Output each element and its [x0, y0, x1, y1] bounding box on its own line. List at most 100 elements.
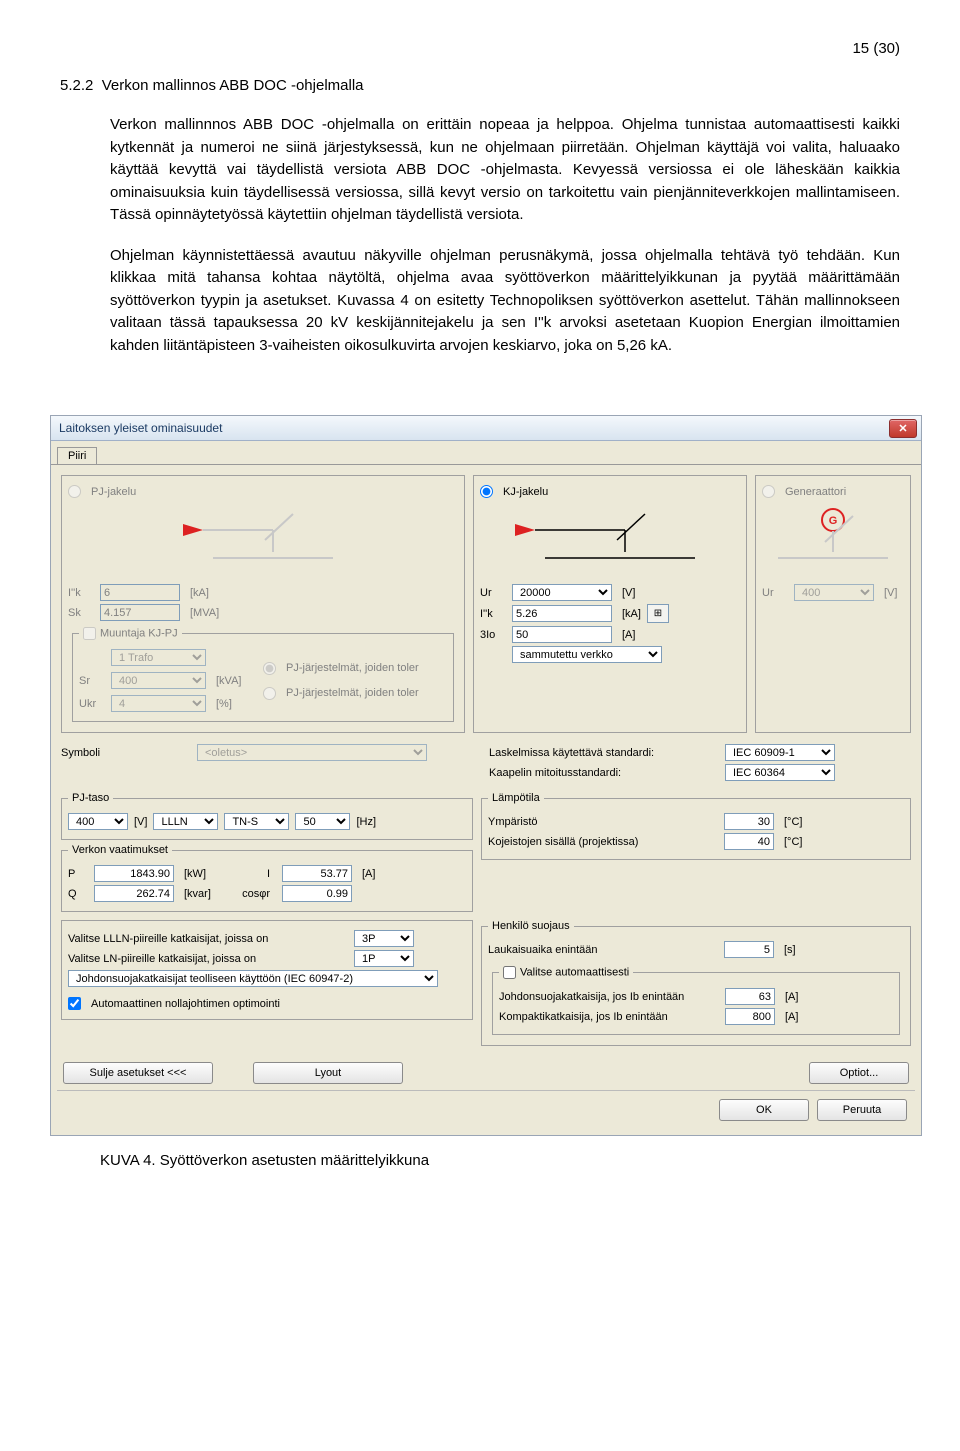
section-heading: 5.2.2 Verkon mallinnos ABB DOC -ohjelmal… [60, 77, 900, 94]
koj-input[interactable] [724, 833, 774, 850]
breakers-fieldset: Valitse LLLN-piireille katkaisijat, jois… [61, 920, 473, 1020]
svg-text:G: G [829, 515, 838, 527]
grid-icon[interactable]: ⊞ [647, 604, 669, 623]
gen-ur-unit: [V] [884, 587, 897, 599]
tab-piiri[interactable]: Piiri [57, 447, 97, 464]
pj-opt1-radio[interactable] [263, 662, 276, 675]
pjtaso-earth-select[interactable]: TN-S [224, 813, 289, 830]
q-unit: [kvar] [184, 888, 224, 900]
kj-radio-label: KJ-jakelu [503, 486, 548, 498]
cable-std-select[interactable]: IEC 60364 [725, 764, 835, 781]
kj-ur-select[interactable]: 20000 [512, 584, 612, 601]
gen-diagram: G [762, 501, 904, 581]
ukr-unit: [%] [216, 698, 232, 710]
settings-dialog: Laitoksen yleiset ominaisuudet ✕ Piiri P… [50, 415, 922, 1136]
kj-ntype-select[interactable]: sammutettu verkko [512, 646, 662, 663]
llln-select[interactable]: 3P [354, 930, 414, 947]
options-button[interactable]: Optiot... [809, 1062, 909, 1084]
kj-ur-label: Ur [480, 587, 506, 599]
cos-label: cosφr [230, 888, 270, 900]
gen-radio-label: Generaattori [785, 486, 846, 498]
auto-select-legend: Valitse automaattisesti [520, 966, 629, 978]
mcb-input[interactable] [725, 988, 775, 1005]
mccb-input[interactable] [725, 1008, 775, 1025]
sr-label: Sr [79, 675, 105, 687]
henkilo-fieldset: Henkilö suojaus Laukaisuaika enintään [s… [481, 920, 911, 1046]
trafo-check[interactable] [83, 627, 96, 640]
kj-radio[interactable] [480, 485, 493, 498]
cancel-button[interactable]: Peruuta [817, 1099, 907, 1121]
pj-diagram [68, 501, 458, 581]
gen-ur-select[interactable]: 400 [794, 584, 874, 601]
section-title-text: Verkon mallinnos ABB DOC -ohjelmalla [102, 77, 364, 94]
trafo-legend: Muuntaja KJ-PJ [100, 627, 178, 639]
i-label: I [230, 868, 270, 880]
dialog-titlebar: Laitoksen yleiset ominaisuudet ✕ [51, 416, 921, 441]
close-icon[interactable]: ✕ [889, 419, 917, 438]
pj-iik-input[interactable] [100, 584, 180, 601]
sr-select[interactable]: 400 [111, 672, 206, 689]
breaker-app-select[interactable]: Johdonsuojakatkaisijat teolliseen käyttö… [68, 970, 438, 987]
close-settings-button[interactable]: Sulje asetukset <<< [63, 1062, 213, 1084]
auto-select-check[interactable] [503, 966, 516, 979]
pjtaso-voltage-select[interactable]: 400 [68, 813, 128, 830]
trip-unit: [s] [784, 944, 796, 956]
pj-fieldset: PJ-jakelu I''k [kA] [61, 475, 465, 733]
mcb-label: Johdonsuojakatkaisija, jos Ib enintään [499, 991, 719, 1003]
pjtaso-legend: PJ-taso [68, 792, 113, 804]
i-input[interactable] [282, 865, 352, 882]
kj-ur-unit: [V] [622, 587, 635, 599]
kj-3io-input[interactable] [512, 626, 612, 643]
q-input[interactable] [94, 885, 174, 902]
p-unit: [kW] [184, 868, 224, 880]
gen-ur-label: Ur [762, 587, 788, 599]
sr-unit: [kVA] [216, 675, 241, 687]
calc-std-select[interactable]: IEC 60909-1 [725, 744, 835, 761]
llln-label: Valitse LLLN-piireille katkaisijat, jois… [68, 933, 348, 945]
section-number: 5.2.2 [60, 77, 93, 94]
symboli-label: Symboli [61, 747, 191, 759]
pj-sk-unit: [MVA] [190, 607, 219, 619]
kj-3io-label: 3Io [480, 629, 506, 641]
pjtaso-fieldset: PJ-taso 400 [V] LLLN TN-S 50 [Hz] [61, 792, 473, 840]
gen-radio[interactable] [762, 485, 775, 498]
mcb-unit: [A] [785, 991, 798, 1003]
trafo-count-select[interactable]: 1 Trafo [111, 649, 206, 666]
pjtaso-freq-select[interactable]: 50 [295, 813, 350, 830]
auto-neutral-check[interactable] [68, 997, 81, 1010]
pj-radio-label: PJ-jakelu [91, 486, 136, 498]
ymp-unit: [°C] [784, 816, 802, 828]
pj-opt2-radio[interactable] [263, 687, 276, 700]
cos-input[interactable] [282, 885, 352, 902]
koj-unit: [°C] [784, 836, 802, 848]
body-text: Verkon mallinnnos ABB DOC -ohjelmalla on… [110, 114, 900, 357]
kj-diagram [480, 501, 740, 581]
i-unit: [A] [362, 868, 375, 880]
mccb-unit: [A] [785, 1011, 798, 1023]
kj-iik-input[interactable] [512, 605, 612, 622]
ymp-input[interactable] [724, 813, 774, 830]
ukr-select[interactable]: 4 [111, 695, 206, 712]
p-input[interactable] [94, 865, 174, 882]
verkon-legend: Verkon vaatimukset [68, 844, 172, 856]
page-number: 15 (30) [60, 40, 900, 57]
figure-caption: KUVA 4. Syöttöverkon asetusten määrittel… [100, 1152, 960, 1169]
koj-label: Kojeistojen sisällä (projektissa) [488, 836, 718, 848]
cable-std-label: Kaapelin mitoitusstandardi: [489, 767, 719, 779]
ukr-label: Ukr [79, 698, 105, 710]
lampotila-legend: Lämpötila [488, 792, 544, 804]
trip-input[interactable] [724, 941, 774, 958]
p-label: P [68, 868, 88, 880]
layout-button[interactable]: Lyout [253, 1062, 403, 1084]
pj-sk-label: Sk [68, 607, 94, 619]
ok-button[interactable]: OK [719, 1099, 809, 1121]
pj-sk-input[interactable] [100, 604, 180, 621]
pj-iik-label: I''k [68, 587, 94, 599]
kj-fieldset: KJ-jakelu Ur 20000 [V] [473, 475, 747, 733]
pj-radio[interactable] [68, 485, 81, 498]
pjtaso-phases-select[interactable]: LLLN [153, 813, 218, 830]
symboli-select[interactable]: <oletus> [197, 744, 427, 761]
ln-label: Valitse LN-piireille katkaisijat, joissa… [68, 953, 348, 965]
mccb-label: Kompaktikatkaisija, jos Ib enintään [499, 1011, 719, 1023]
ln-select[interactable]: 1P [354, 950, 414, 967]
